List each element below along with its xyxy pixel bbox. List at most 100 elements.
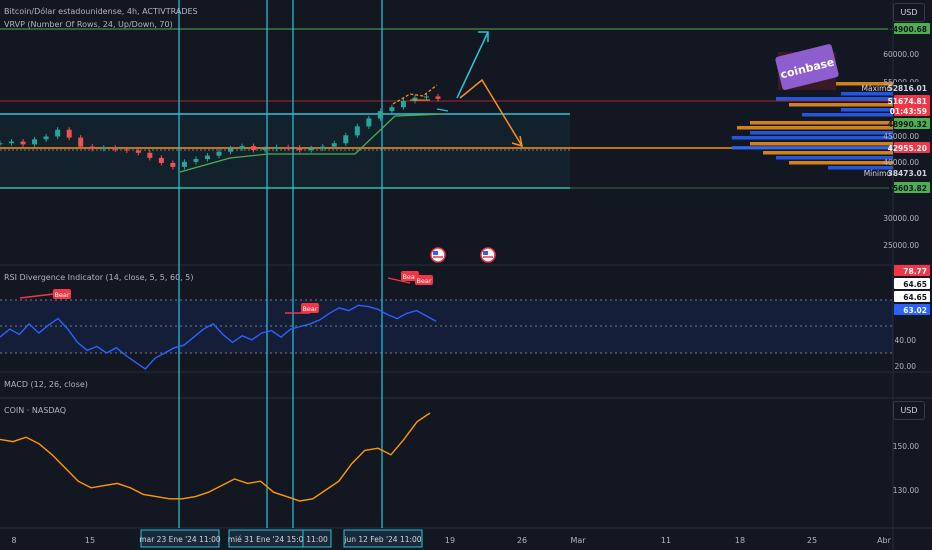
badge-minimo-value: 38473.01 (888, 169, 927, 178)
volume-profile (731, 82, 893, 170)
coin-currency-button[interactable]: USD (893, 401, 925, 420)
candle-body (101, 147, 107, 149)
bear-label: Bear (416, 277, 431, 285)
crosshair-label: mié 31 Ene '24 15:00 (228, 535, 309, 544)
candle-body (181, 161, 187, 167)
candle-body (423, 96, 429, 98)
price-tick-label: 60000.00 (883, 50, 919, 59)
rsi-badge-4: 63.02 (903, 306, 927, 315)
candle-body (43, 136, 49, 140)
badge-35603: 35603.82 (888, 184, 927, 193)
rsi-title[interactable]: RSI Divergence Indicator (14, close, 5, … (4, 273, 193, 282)
volume-bar (737, 126, 893, 130)
rsi-badge-1: 78.77 (903, 267, 927, 276)
time-tick-label: 26 (517, 536, 527, 545)
time-tick-label: 15 (85, 536, 95, 545)
candle-body (0, 143, 3, 145)
time-tick-label: 11 (661, 536, 671, 545)
rsi-tick-label: 20.00 (895, 362, 917, 371)
candle-body (366, 118, 372, 127)
candle-body (285, 147, 291, 149)
badge-maximo-value: 52816.01 (888, 84, 927, 93)
candle-body (124, 149, 130, 151)
zone-box (0, 114, 570, 188)
vrvp-title[interactable]: VRVP (Number Of Rows, 24, Up/Down, 70) (4, 20, 173, 29)
candle-body (112, 147, 118, 150)
coin-tick-label: 130.00 (893, 486, 919, 495)
candle-body (262, 148, 268, 151)
time-tick-label: 8 (11, 536, 16, 545)
volume-bar (750, 121, 893, 125)
candle-body (204, 155, 210, 160)
coin-series (0, 412, 431, 502)
rsi-badge-2: 64.65 (903, 280, 927, 289)
price-tick-label: 30000.00 (883, 214, 919, 223)
crosshair-label: 11:00 (306, 535, 328, 544)
time-tick-label: 18 (735, 536, 745, 545)
volume-bar (776, 156, 893, 160)
volume-bar (763, 151, 893, 155)
candle-body (308, 148, 314, 151)
candle-body (331, 143, 337, 147)
coinbase-logo: coinbase (775, 44, 839, 90)
candle-body (354, 126, 360, 136)
candle-body (66, 129, 72, 138)
candle-body (158, 157, 164, 163)
candle-body (193, 159, 199, 162)
us-flag-icon[interactable] (430, 247, 446, 263)
coin-line (0, 412, 431, 502)
time-tick-label: Abr (877, 536, 892, 545)
candle-body (389, 107, 395, 112)
candle-body (274, 147, 280, 149)
price-tick-label: 45000.00 (883, 132, 919, 141)
badge-64900: 64900.68 (888, 25, 927, 34)
crosshair-label: jun 12 Feb '24 11:00 (343, 535, 421, 544)
badge-countdown: 01:43:59 (890, 107, 927, 116)
volume-bar (731, 146, 893, 150)
rsi-tick-label: 40.00 (895, 336, 917, 345)
vertical-markers (178, 0, 383, 528)
candle-body (377, 111, 383, 119)
bear-label: Bear (54, 291, 69, 299)
price-badges: 64900.68 52816.01Máximo 51674.8101:43:59 48… (862, 23, 930, 315)
candle-body (343, 135, 349, 144)
candle-body (228, 148, 234, 152)
candle-body (297, 147, 303, 151)
candle-body (170, 162, 176, 167)
volume-bar (731, 136, 893, 140)
candle-body (320, 146, 326, 149)
time-axis[interactable]: 8 15 19 26 Mar 11 18 25 Abr mar 23 Ene '24 11:00 m… (11, 529, 892, 548)
volume-bar (750, 131, 893, 135)
volume-bar (789, 161, 893, 165)
small-cyan-arrow (436, 108, 449, 112)
candle-body (147, 152, 153, 158)
volume-bar (802, 113, 893, 117)
candle-body (239, 146, 245, 149)
badge-maximo-label: Máximo (862, 84, 892, 93)
bear-label: Bear (302, 305, 317, 313)
crosshair-label: mar 23 Ene '24 11:00 (139, 535, 221, 544)
volume-bar (789, 103, 893, 107)
currency-button[interactable]: USD (893, 3, 925, 22)
badge-48990: 48990.32 (888, 120, 927, 129)
candle-body (251, 146, 257, 151)
candle-body (32, 139, 38, 145)
candle-body (9, 141, 15, 144)
badge-42955: 42955.20 (888, 144, 927, 153)
candle-body (89, 146, 95, 149)
candle-body (20, 141, 26, 145)
volume-bar (750, 142, 893, 146)
us-flag-icon[interactable] (480, 247, 496, 263)
candle-body (78, 137, 84, 147)
macd-title[interactable]: MACD (12, 26, close) (4, 380, 88, 389)
main-title[interactable]: Bitcoin/Dólar estadounidense, 4h, ACTIVT… (4, 7, 198, 16)
rsi-badge-3: 64.65 (903, 293, 927, 302)
coin-tick-label: 150.00 (893, 442, 919, 451)
coin-title[interactable]: COIN · NASDAQ (4, 406, 66, 415)
badge-minimo-label: Mínimo (864, 169, 892, 178)
time-tick-label: Mar (570, 536, 586, 545)
badge-price: 51674.81 (888, 97, 927, 106)
time-tick-label: 25 (807, 536, 817, 545)
price-tick-label: 40000.00 (883, 158, 919, 167)
candle-body (135, 150, 141, 153)
